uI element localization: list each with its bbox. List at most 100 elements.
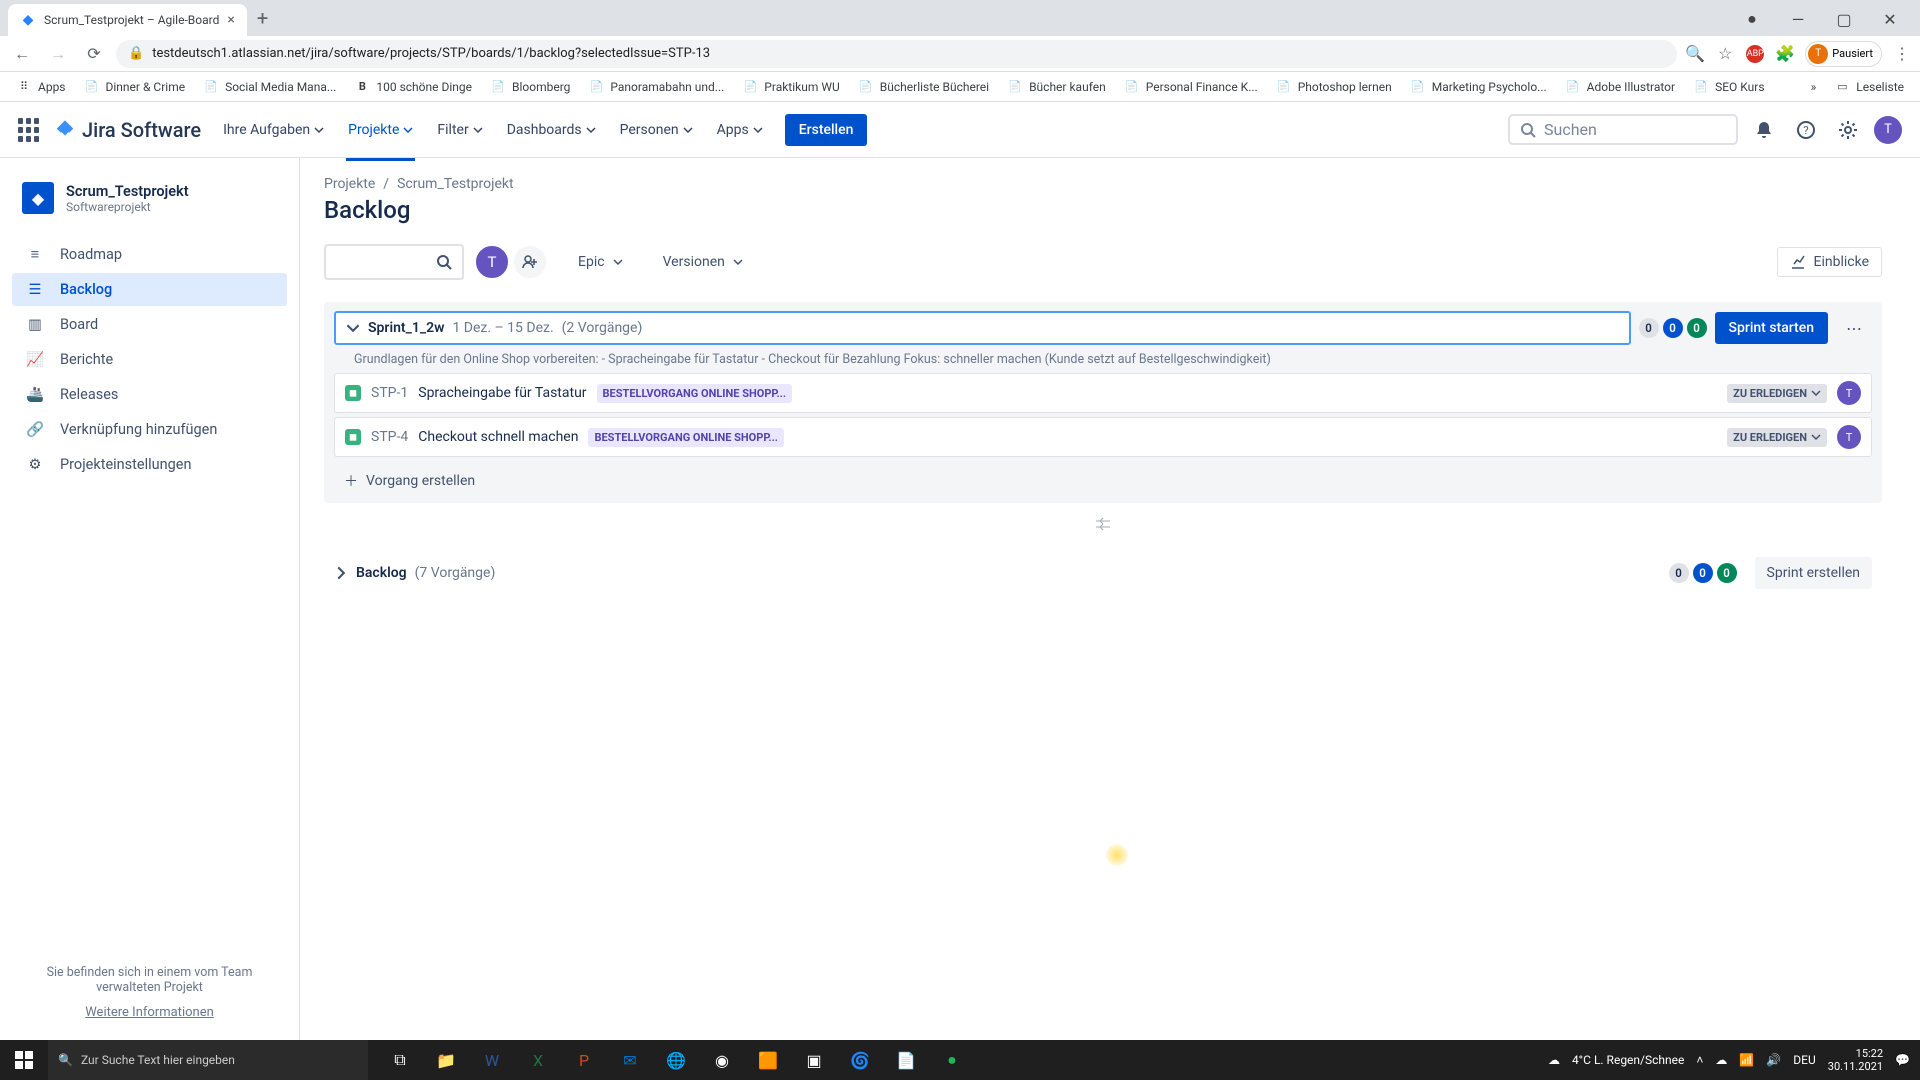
- user-avatar[interactable]: T: [1874, 116, 1902, 144]
- bookmark-item[interactable]: 📄Bücherliste Bücherei: [852, 75, 995, 99]
- project-header[interactable]: ◆ Scrum_Testprojekt Softwareprojekt: [12, 178, 287, 232]
- volume-icon[interactable]: 🔊: [1766, 1053, 1781, 1067]
- excel-icon[interactable]: X: [516, 1040, 560, 1080]
- bookmark-item[interactable]: 📄Bücher kaufen: [1001, 75, 1112, 99]
- bookmark-item[interactable]: 📄Dinner & Crime: [78, 75, 192, 99]
- app-icon[interactable]: 🟧: [746, 1040, 790, 1080]
- bookmark-item[interactable]: 📄Personal Finance K...: [1118, 75, 1264, 99]
- obs-icon[interactable]: ◉: [700, 1040, 744, 1080]
- forward-icon[interactable]: →: [44, 40, 72, 68]
- bookmark-item[interactable]: 📄Marketing Psycholo...: [1404, 75, 1553, 99]
- settings-icon[interactable]: [1832, 114, 1864, 146]
- topnav-your-work[interactable]: Ihre Aufgaben: [213, 116, 334, 144]
- chevron-right-icon[interactable]: [334, 566, 348, 580]
- resize-grip-icon[interactable]: [324, 513, 1882, 551]
- notepad-icon[interactable]: 📄: [884, 1040, 928, 1080]
- issue-row[interactable]: ◼ STP-4 Checkout schnell machen BESTELLV…: [334, 417, 1872, 457]
- add-people-button[interactable]: [512, 244, 548, 280]
- close-window-icon[interactable]: ✕: [1868, 4, 1912, 34]
- chrome-account-dot-icon[interactable]: ●: [1730, 4, 1774, 34]
- jira-logo[interactable]: Jira Software: [54, 118, 201, 142]
- tray-chevron-icon[interactable]: ˄: [1696, 1053, 1703, 1067]
- assignee-avatar[interactable]: T: [1837, 425, 1861, 449]
- edge-icon[interactable]: 🌀: [838, 1040, 882, 1080]
- start-sprint-button[interactable]: Sprint starten: [1715, 312, 1828, 344]
- adblock-icon[interactable]: ABP: [1745, 44, 1765, 64]
- sidebar-item-shortcuts[interactable]: 🔗Verknüpfung hinzufügen: [12, 413, 287, 446]
- weather-text[interactable]: 4°C L. Regen/Schnee: [1572, 1053, 1684, 1067]
- kebab-menu-icon[interactable]: ⋮: [1892, 44, 1912, 64]
- notifications-icon[interactable]: [1748, 114, 1780, 146]
- insights-button[interactable]: Einblicke: [1777, 247, 1882, 277]
- sidebar-item-board[interactable]: ▥Board: [12, 308, 287, 341]
- powerpoint-icon[interactable]: P: [562, 1040, 606, 1080]
- issue-row[interactable]: ◼ STP-1 Spracheingabe für Tastatur BESTE…: [334, 373, 1872, 413]
- sidebar-item-roadmap[interactable]: ≡Roadmap: [12, 238, 287, 271]
- app-icon[interactable]: ▣: [792, 1040, 836, 1080]
- status-dropdown[interactable]: ZU ERLEDIGEN: [1727, 384, 1827, 403]
- epic-lozenge[interactable]: BESTELLVORGANG ONLINE SHOPP...: [588, 428, 784, 447]
- browser-profile-chip[interactable]: T Pausiert: [1805, 41, 1882, 67]
- global-search[interactable]: Suchen: [1508, 114, 1738, 145]
- bookmark-item[interactable]: 📄Bloomberg: [484, 75, 576, 99]
- url-field[interactable]: 🔒 testdeutsch1.atlassian.net/jira/softwa…: [116, 40, 1677, 68]
- taskbar-search[interactable]: 🔍 Zur Suche Text hier eingeben: [48, 1040, 368, 1080]
- bookmark-overflow[interactable]: »: [1805, 76, 1823, 98]
- sprint-title-box[interactable]: Sprint_1_2w 1 Dez. – 15 Dez. (2 Vorgänge…: [334, 311, 1631, 345]
- chevron-down-icon[interactable]: [346, 321, 360, 335]
- epic-filter[interactable]: Epic: [568, 246, 633, 278]
- reload-icon[interactable]: ⟳: [80, 40, 108, 68]
- bookmark-item[interactable]: B100 schöne Dinge: [348, 75, 478, 99]
- sidebar-item-reports[interactable]: 📈Berichte: [12, 343, 287, 376]
- notifications-icon[interactable]: 💬: [1895, 1053, 1910, 1067]
- create-sprint-button[interactable]: Sprint erstellen: [1755, 557, 1872, 589]
- language-indicator[interactable]: DEU: [1793, 1053, 1815, 1067]
- sprint-more-button[interactable]: ⋯: [1836, 310, 1872, 346]
- topnav-people[interactable]: Personen: [610, 116, 703, 144]
- assignee-avatar[interactable]: T: [474, 244, 510, 280]
- chrome-icon[interactable]: 🌐: [654, 1040, 698, 1080]
- create-button[interactable]: Erstellen: [785, 114, 868, 146]
- close-tab-icon[interactable]: ×: [227, 12, 234, 28]
- status-dropdown[interactable]: ZU ERLEDIGEN: [1727, 428, 1827, 447]
- bookmark-item[interactable]: 📄Photoshop lernen: [1270, 75, 1398, 99]
- wifi-icon[interactable]: 📶: [1739, 1053, 1754, 1067]
- topnav-dashboards[interactable]: Dashboards: [497, 116, 606, 144]
- apps-bookmark[interactable]: ⠿Apps: [10, 75, 72, 99]
- topnav-projects[interactable]: Projekte: [338, 116, 423, 144]
- create-issue-button[interactable]: ＋ Vorgang erstellen: [334, 461, 1872, 501]
- bookmark-star-icon[interactable]: ☆: [1715, 44, 1735, 64]
- breadcrumb-item[interactable]: Projekte: [324, 176, 375, 192]
- word-icon[interactable]: W: [470, 1040, 514, 1080]
- bookmark-item[interactable]: 📄Praktikum WU: [736, 75, 845, 99]
- explorer-icon[interactable]: 📁: [424, 1040, 468, 1080]
- bookmark-item[interactable]: 📄Panoramabahn und...: [582, 75, 730, 99]
- weather-icon[interactable]: ☁: [1548, 1053, 1560, 1067]
- footer-link[interactable]: Weitere Informationen: [12, 1005, 287, 1020]
- topnav-apps[interactable]: Apps: [707, 116, 773, 144]
- help-icon[interactable]: ?: [1790, 114, 1822, 146]
- breadcrumb-item[interactable]: Scrum_Testprojekt: [397, 176, 514, 192]
- sidebar-item-backlog[interactable]: ☰Backlog: [12, 273, 287, 306]
- backlog-title[interactable]: Backlog: [356, 565, 407, 581]
- bookmark-item[interactable]: 📄SEO Kurs: [1687, 75, 1770, 99]
- versions-filter[interactable]: Versionen: [653, 246, 753, 278]
- app-switcher-icon[interactable]: [18, 118, 42, 142]
- assignee-avatar[interactable]: T: [1837, 381, 1861, 405]
- sidebar-item-settings[interactable]: ⚙Projekteinstellungen: [12, 448, 287, 481]
- browser-tab[interactable]: ◆ Scrum_Testprojekt – Agile-Board ×: [8, 4, 247, 36]
- sidebar-item-releases[interactable]: 🚢Releases: [12, 378, 287, 411]
- maximize-icon[interactable]: ▢: [1822, 4, 1866, 34]
- zoom-icon[interactable]: 🔍: [1685, 44, 1705, 64]
- reading-list-button[interactable]: ▭Leseliste: [1828, 75, 1910, 99]
- mail-icon[interactable]: ✉: [608, 1040, 652, 1080]
- board-search-input[interactable]: [324, 244, 464, 280]
- onedrive-icon[interactable]: ☁: [1715, 1053, 1727, 1067]
- bookmark-item[interactable]: 📄Social Media Mana...: [197, 75, 342, 99]
- extensions-icon[interactable]: 🧩: [1775, 44, 1795, 64]
- back-icon[interactable]: ←: [8, 40, 36, 68]
- minimize-icon[interactable]: —: [1776, 4, 1820, 34]
- topnav-filters[interactable]: Filter: [427, 116, 492, 144]
- taskview-icon[interactable]: ⧉: [378, 1040, 422, 1080]
- spotify-icon[interactable]: ●: [930, 1040, 974, 1080]
